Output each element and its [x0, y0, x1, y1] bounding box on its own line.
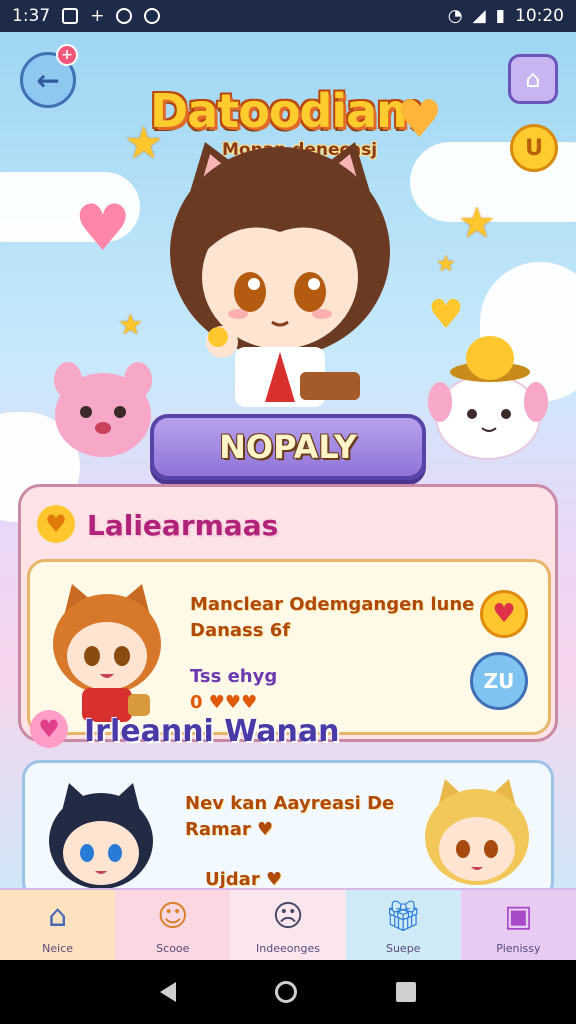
nav-item-inventory[interactable]: ▣ Pienissy — [460, 890, 576, 960]
card-detail: Tss ehyg — [190, 666, 278, 687]
plus-icon: + — [90, 6, 105, 26]
vpn-icon — [144, 8, 161, 24]
blonde-cat-girl-avatar — [425, 779, 529, 885]
white-pet-character — [428, 336, 548, 460]
heart-icon: ♥ — [492, 599, 516, 629]
dark-cat-girl-avatar — [49, 783, 153, 888]
face-icon: ☹ — [272, 899, 304, 934]
like-button[interactable]: ♥ — [480, 590, 528, 638]
bottom-navigation: ⌂ Neice ☺ Scooe ☹ Indeeonges 🎁︎ Suepe ▣ … — [0, 888, 576, 960]
gift-icon: 🎁︎ — [384, 899, 423, 934]
notification-icon — [62, 8, 79, 24]
card-headline: Manclear Odemgangen lune — [190, 594, 475, 615]
arrow-left-icon: ← — [36, 63, 60, 97]
orange-cat-girl-avatar — [53, 584, 161, 722]
bread-icon: ☺ — [157, 899, 189, 934]
notification-badge: + — [56, 44, 78, 66]
zoom-badge-button[interactable]: ZU — [470, 652, 528, 710]
play-button[interactable]: NOPALY — [150, 414, 426, 480]
heart-icon: ♥ — [30, 710, 68, 748]
second-card-detail: Ujdar ♥ — [205, 869, 283, 888]
nav-label: Pienissy — [496, 941, 541, 955]
nav-label: Neice — [42, 941, 74, 955]
game-home-screen: ← + ⌂ U Datoodiam Monan denecasj ★ ★ ★ ★… — [0, 32, 576, 888]
system-back-button[interactable] — [159, 982, 176, 1002]
house-settings-button[interactable]: ⌂ — [508, 54, 558, 104]
nav-item-home[interactable]: ⌂ Neice — [0, 890, 116, 960]
system-recents-button[interactable] — [396, 982, 417, 1002]
nav-item-characters[interactable]: ☹ Indeeonges — [230, 890, 346, 960]
card-hearts: 0 ♥♥♥ — [190, 692, 258, 713]
featured-card[interactable]: Manclear Odemgangen lune Danass 6f Tss e… — [27, 559, 551, 735]
nav-label: Scooe — [156, 941, 190, 955]
nav-label: Indeeonges — [256, 941, 320, 955]
pink-pet-character — [54, 362, 152, 457]
status-time-left: 1:37 — [12, 6, 51, 26]
nav-item-shop[interactable]: 🎁︎ Suepe — [345, 890, 461, 960]
wifi-icon: ◔ — [447, 6, 463, 26]
nav-label: Suepe — [385, 941, 421, 955]
coin-icon: U — [525, 135, 543, 161]
signal-icon: ◢ — [472, 6, 486, 26]
heart-icon: ♥ — [37, 505, 75, 543]
location-icon — [116, 8, 133, 24]
system-home-button[interactable] — [274, 981, 297, 1003]
box-icon: ▣ — [504, 899, 533, 934]
star-icon: ★ — [118, 308, 144, 341]
system-navigation-bar — [0, 960, 576, 1024]
star-icon: ★ — [458, 198, 496, 247]
second-card-subline: Ramar ♥ — [185, 819, 274, 840]
featured-section-title: Laliearmaas — [87, 509, 279, 542]
status-bar: 1:37 + ◔ ◢ ▮ 10:20 — [0, 0, 576, 32]
second-card[interactable]: Nev kan Aayreasi De Ramar ♥ Ujdar ♥ — [22, 760, 554, 888]
game-logo: Datoodiam — [150, 84, 424, 138]
second-section-title: Irleanni Wanan — [84, 714, 340, 749]
second-card-headline: Nev kan Aayreasi De — [185, 793, 395, 814]
battery-icon: ▮ — [495, 6, 505, 26]
status-time-right: 10:20 — [515, 6, 564, 26]
cat-girl-character — [170, 142, 390, 407]
house-icon: ⌂ — [525, 65, 541, 93]
coin-button[interactable]: U — [510, 124, 558, 172]
featured-panel: ♥ Laliearmaas Manclear Odemgangen lune D… — [18, 484, 558, 742]
heart-balloon-icon: ♥ — [74, 192, 132, 266]
star-icon: ★ — [436, 252, 456, 277]
card-subline: Danass 6f — [190, 620, 291, 641]
home-icon: ⌂ — [48, 899, 68, 934]
nav-item-score[interactable]: ☺ Scooe — [115, 890, 231, 960]
